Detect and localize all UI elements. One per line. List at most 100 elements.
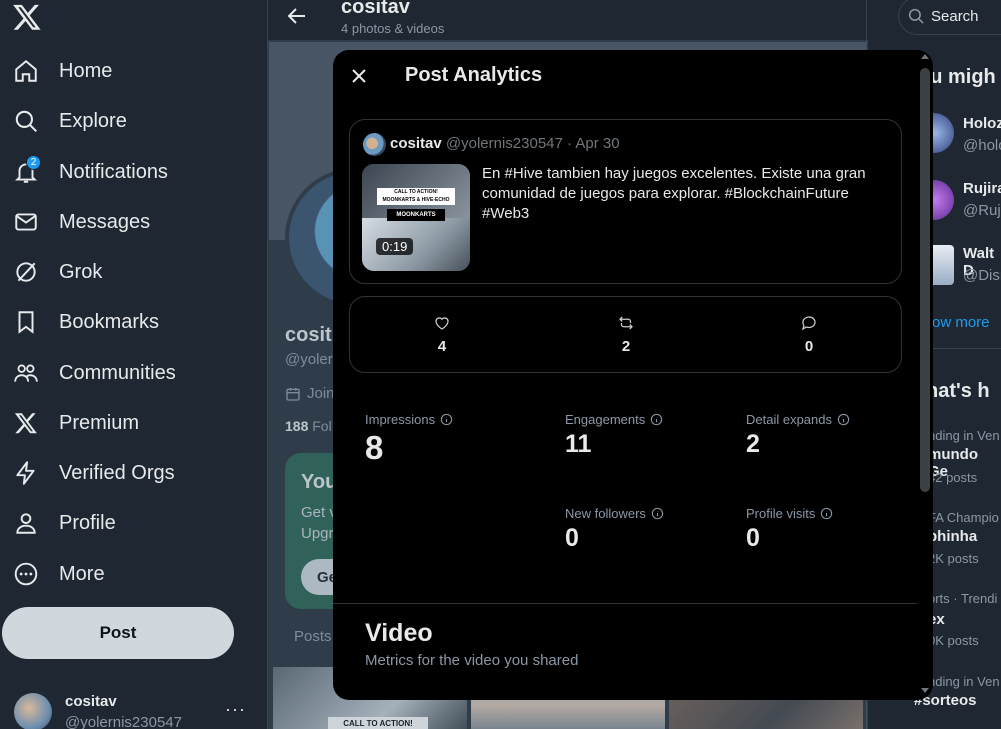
avatar [363, 133, 386, 156]
trends-title: hat's h [926, 380, 990, 402]
search-icon [12, 107, 40, 135]
post-author-name: cositav [390, 135, 442, 152]
header-profile-name: cositav [341, 0, 410, 18]
suggested-handle: @Disn [963, 267, 1001, 284]
video-duration: 0:19 [376, 238, 414, 255]
trend-name[interactable]: phinha [928, 528, 977, 545]
repost-count: 2 [621, 338, 631, 355]
metric-engagements: Engagements 11 [565, 412, 663, 459]
search-placeholder: Search [931, 7, 979, 25]
trend-context: nding in Ven [928, 428, 1000, 443]
like-stat[interactable]: 4 [422, 314, 462, 355]
like-count: 4 [437, 338, 447, 355]
modal-title: Post Analytics [405, 64, 543, 86]
thumbnail-title-card: CALL TO ACTION! MOONKARTS & HIVE-ECHO [377, 188, 455, 205]
account-name: cositav [65, 693, 117, 710]
nav-item-profile[interactable]: Profile [12, 503, 116, 543]
notification-badge: 2 [26, 155, 41, 170]
home-icon [12, 57, 40, 85]
trend-context: FA Champio [928, 510, 999, 525]
more-dots-icon[interactable]: ··· [225, 699, 246, 720]
metric-value: 0 [746, 524, 760, 552]
nav-item-grok[interactable]: Grok [12, 252, 102, 292]
suggested-name[interactable]: Rujira [963, 180, 1001, 197]
sidebar-nav: Home Explore 2 Notifications Messages Gr… [0, 0, 268, 729]
more-circle-icon [12, 560, 40, 588]
post-button[interactable]: Post [2, 607, 234, 659]
nav-item-messages[interactable]: Messages [12, 202, 150, 242]
search-box[interactable]: Search [898, 0, 1001, 35]
nav-label: Home [59, 59, 113, 82]
video-section-title: Video [365, 619, 433, 647]
metric-new-followers: New followers 0 [565, 506, 664, 553]
nav-item-bookmarks[interactable]: Bookmarks [12, 302, 159, 342]
account-switcher[interactable]: cositav @yolernis230547 ··· [14, 693, 264, 729]
info-icon[interactable] [650, 413, 663, 426]
nav-label: Messages [59, 210, 151, 233]
info-icon[interactable] [651, 507, 664, 520]
engagement-stats-card: 4 2 0 [349, 296, 902, 373]
nav-label: Bookmarks [59, 310, 160, 333]
avatar[interactable] [930, 113, 954, 153]
post-author-handle: @yolernis230547 [445, 135, 563, 152]
modal-scrollbar[interactable] [920, 68, 930, 492]
bookmark-icon [12, 308, 40, 336]
nav-item-explore[interactable]: Explore [12, 101, 127, 141]
post-analytics-modal: Post Analytics cositav @yolernis230547 ·… [333, 50, 933, 700]
nav-label: Notifications [59, 160, 168, 183]
close-icon[interactable] [347, 64, 371, 88]
metric-value: 8 [365, 429, 384, 466]
metric-label: Profile visits [746, 506, 816, 521]
nav-item-more[interactable]: More [12, 554, 105, 594]
suggested-name[interactable]: Holoz [963, 115, 1001, 132]
suggested-handle: @holo [963, 137, 1001, 154]
metric-value: 0 [565, 524, 579, 552]
metric-label: Impressions [365, 412, 436, 427]
back-arrow-icon[interactable] [285, 4, 309, 28]
show-more-link[interactable]: ow more [932, 314, 990, 331]
metric-impressions: Impressions 8 [365, 412, 453, 467]
post-meta: cositav @yolernis230547 · Apr 30 [390, 135, 620, 152]
nav-item-verified-orgs[interactable]: Verified Orgs [12, 453, 175, 493]
metric-value: 2 [746, 430, 760, 458]
nav-item-notifications[interactable]: 2 Notifications [12, 152, 168, 192]
video-section-subtitle: Metrics for the video you shared [365, 652, 579, 669]
trend-context: orts · Trendi [928, 591, 998, 606]
nav-item-premium[interactable]: Premium [12, 403, 139, 443]
metric-value: 11 [565, 430, 592, 458]
avatar [14, 693, 52, 729]
scroll-down-arrow-icon[interactable] [921, 688, 929, 693]
post-text: En #Hive tambien hay juegos excelentes. … [482, 165, 866, 222]
thumbnail-title-line: CALL TO ACTION! [394, 189, 438, 195]
reply-icon [801, 316, 816, 331]
reply-count: 0 [804, 338, 814, 355]
analyzed-post-card[interactable]: cositav @yolernis230547 · Apr 30 CALL TO… [349, 119, 902, 284]
nav-label: Verified Orgs [59, 461, 175, 484]
info-icon[interactable] [820, 507, 833, 520]
scroll-up-arrow-icon[interactable] [921, 54, 929, 59]
person-icon [12, 509, 40, 537]
avatar[interactable] [930, 245, 954, 285]
bell-icon: 2 [12, 155, 41, 186]
nav-item-communities[interactable]: Communities [12, 353, 176, 393]
avatar[interactable] [930, 180, 954, 220]
mail-icon [12, 208, 40, 236]
x-logo-icon [12, 409, 40, 437]
info-icon[interactable] [440, 413, 453, 426]
repost-stat[interactable]: 2 [606, 314, 646, 355]
nav-label: Explore [59, 109, 127, 132]
metric-profile-visits: Profile visits 0 [746, 506, 833, 553]
x-logo-icon[interactable] [12, 2, 42, 32]
repost-icon [619, 316, 633, 330]
trend-context: nding in Ven [928, 674, 1000, 689]
video-thumbnail[interactable]: CALL TO ACTION! MOONKARTS & HIVE-ECHO MO… [362, 164, 470, 271]
nav-label: Grok [59, 260, 103, 283]
reply-stat[interactable]: 0 [789, 314, 829, 355]
metric-label: Engagements [565, 412, 646, 427]
search-icon [908, 8, 924, 24]
trend-count: 0K posts [928, 633, 979, 648]
header-media-count: 4 photos & videos [341, 21, 445, 36]
nav-item-home[interactable]: Home [12, 51, 112, 91]
nav-label: Premium [59, 411, 140, 434]
info-icon[interactable] [837, 413, 850, 426]
